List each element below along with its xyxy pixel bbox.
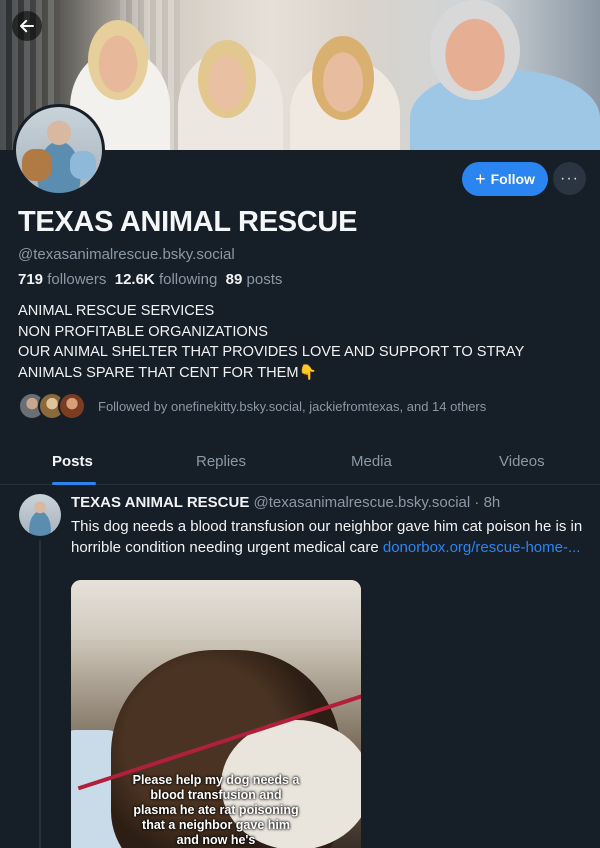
following-stat[interactable]: 12.6K following	[115, 271, 218, 288]
follower-avatar	[58, 392, 86, 420]
avatar-dog	[70, 151, 96, 179]
bio-line: OUR ANIMAL SHELTER THAT PROVIDES LOVE AN…	[18, 344, 525, 360]
back-button[interactable]	[12, 11, 42, 41]
posts-stat: 89 posts	[225, 271, 283, 288]
follow-label: Follow	[490, 171, 535, 187]
post-link[interactable]: donorbox.org/rescue-home-...	[383, 539, 581, 556]
more-options-button[interactable]: ···	[553, 162, 586, 195]
bio-line: NON PROFITABLE ORGANIZATIONS	[18, 323, 269, 340]
image-car-seat	[71, 580, 361, 640]
bio-line: ANIMAL RESCUE SERVICES	[18, 303, 215, 319]
image-caption: Please help my dog needs a blood transfu…	[132, 773, 300, 847]
active-tab-indicator	[52, 482, 96, 485]
post-author-avatar[interactable]	[19, 494, 61, 536]
follow-button[interactable]: + Follow	[462, 162, 548, 196]
profile-tabs: Posts Replies Media Videos	[0, 443, 600, 485]
followers-stat[interactable]: 719 followers	[18, 271, 106, 288]
tab-replies[interactable]: Replies	[196, 453, 246, 470]
tab-posts[interactable]: Posts	[52, 453, 93, 470]
display-name: TEXAS ANIMAL RESCUE	[18, 206, 358, 238]
post-separator: ·	[470, 494, 484, 511]
banner-face	[430, 0, 520, 100]
banner-face	[198, 40, 256, 118]
post-author-handle[interactable]: @texasanimalrescue.bsky.social	[254, 494, 471, 511]
tab-videos[interactable]: Videos	[499, 453, 545, 470]
arrow-left-icon	[20, 19, 34, 33]
banner-face	[88, 20, 148, 100]
tab-media[interactable]: Media	[351, 453, 392, 470]
ellipsis-icon: ···	[560, 169, 579, 187]
profile-stats: 719 followers 12.6K following 89 posts	[18, 271, 282, 288]
post-time[interactable]: 8h	[484, 494, 501, 511]
post-text: This dog needs a blood transfusion our n…	[71, 516, 591, 558]
profile-handle: @texasanimalrescue.bsky.social	[18, 246, 235, 263]
post-image[interactable]: Please help my dog needs a blood transfu…	[71, 580, 361, 848]
banner-face	[312, 36, 374, 120]
profile-avatar[interactable]	[13, 104, 105, 196]
post-header: TEXAS ANIMAL RESCUE @texasanimalrescue.b…	[71, 494, 500, 511]
thread-line	[39, 540, 41, 848]
followed-by-text: Followed by onefinekitty.bsky.social, ja…	[98, 398, 487, 414]
avatar-dog	[22, 149, 52, 181]
known-followers[interactable]: Followed by onefinekitty.bsky.social, ja…	[18, 392, 486, 420]
bio-line: ANIMALS SPARE THAT CENT FOR THEM👇	[18, 364, 317, 381]
plus-icon: +	[475, 168, 486, 189]
profile-bio: ANIMAL RESCUE SERVICES NON PROFITABLE OR…	[18, 301, 588, 383]
post-author-name[interactable]: TEXAS ANIMAL RESCUE	[71, 494, 249, 511]
